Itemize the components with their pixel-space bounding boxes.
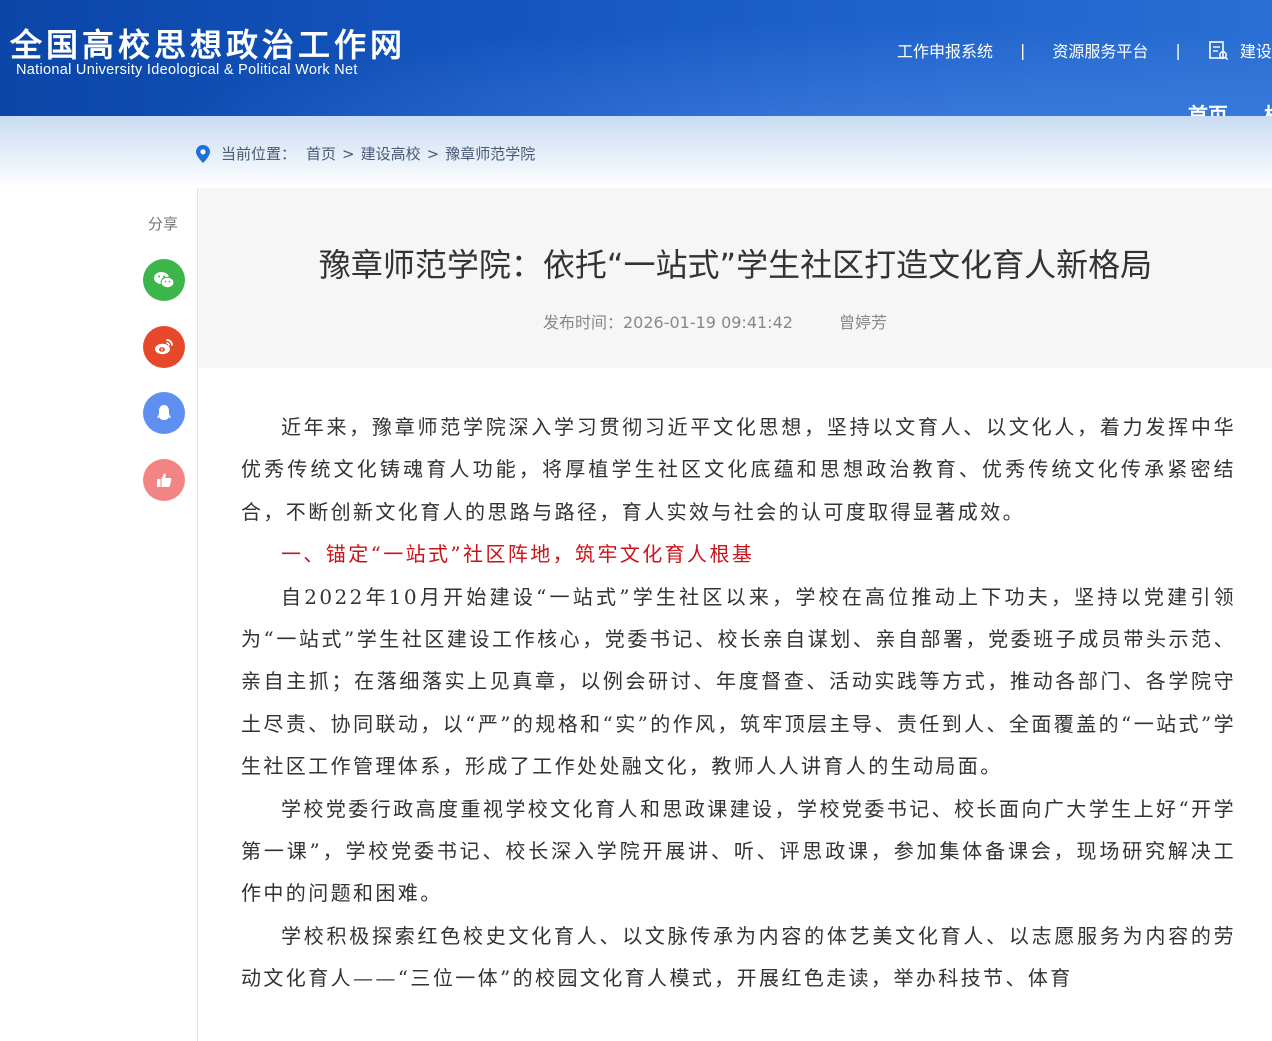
article-header: 豫章师范学院：依托“一站式”学生社区打造文化育人新格局 发布时间：2026-01…: [198, 188, 1272, 368]
paragraph: 学校积极探索红色校史文化育人、以文脉传承为内容的体艺美文化育人、以志愿服务为内容…: [241, 923, 1236, 991]
section-heading: 一、锚定“一站式”社区阵地，筑牢文化育人根基: [281, 542, 755, 567]
top-link-declaration-system[interactable]: 工作申报系统: [897, 38, 993, 62]
top-nav: 工作申报系统 | 资源服务平台 | 建设: [897, 38, 1272, 62]
article-body: 近年来，豫章师范学院深入学习贯彻习近平文化思想，坚持以文育人、以文化人，着力发挥…: [241, 406, 1236, 1000]
top-link-construction[interactable]: 建设: [1240, 38, 1272, 62]
location-pin-icon: [196, 144, 210, 163]
paragraph: 学校党委行政高度重视学校文化育人和思政课建设，学校党委书记、校长面向广大学生上好…: [241, 796, 1236, 906]
site-logo-chinese[interactable]: 全国高校思想政治工作网: [10, 20, 406, 66]
breadcrumb-home[interactable]: 首页: [306, 143, 336, 164]
top-nav-separator: |: [1175, 40, 1181, 60]
breadcrumb-separator: >: [426, 144, 440, 163]
breadcrumb-label: 当前位置：: [221, 145, 297, 163]
article-meta: 发布时间：2026-01-19 09:41:42 曾婷芳: [543, 309, 887, 333]
breadcrumb-current[interactable]: 豫章师范学院: [445, 143, 535, 164]
main-nav-next[interactable]: 校: [1264, 103, 1272, 116]
share-qq-button[interactable]: [143, 392, 185, 434]
share-wechat-button[interactable]: [143, 259, 185, 301]
weibo-icon: [155, 339, 173, 355]
share-weibo-button[interactable]: [143, 326, 185, 368]
paragraph: 近年来，豫章师范学院深入学习贯彻习近平文化思想，坚持以文育人、以文化人，着力发挥…: [241, 415, 1236, 524]
thumbs-up-icon: [157, 473, 172, 487]
top-link-resource-platform[interactable]: 资源服务平台: [1052, 38, 1148, 62]
main-nav: 首页 校: [1188, 99, 1272, 116]
breadcrumb-separator: >: [342, 144, 355, 163]
main-nav-home[interactable]: 首页: [1188, 103, 1228, 116]
site-logo-english[interactable]: National University Ideological & Politi…: [16, 62, 358, 78]
article-author: 曾婷芳: [838, 313, 887, 332]
qq-icon: [157, 405, 171, 420]
article: 豫章师范学院：依托“一站式”学生社区打造文化育人新格局 发布时间：2026-01…: [197, 188, 1272, 1041]
breadcrumb-section[interactable]: 建设高校: [361, 143, 421, 164]
document-edit-icon[interactable]: [1208, 40, 1228, 60]
breadcrumb-band: [0, 116, 1272, 188]
breadcrumb: 当前位置： 首页 > 建设高校 > 豫章师范学院: [196, 143, 535, 164]
article-title: 豫章师范学院：依托“一站式”学生社区打造文化育人新格局: [318, 246, 1153, 284]
publish-time: 发布时间：2026-01-19 09:41:42: [543, 313, 793, 332]
top-nav-separator: |: [1020, 40, 1026, 60]
paragraph: 自2022年10月开始建设“一站式”学生社区以来，学校在高位推动上下功夫，坚持以…: [241, 584, 1236, 779]
share-label: 分享: [148, 215, 179, 233]
site-header: 全国高校思想政治工作网 National University Ideologi…: [0, 0, 1272, 116]
share-like-button[interactable]: [143, 459, 185, 501]
wechat-icon: [154, 272, 175, 289]
